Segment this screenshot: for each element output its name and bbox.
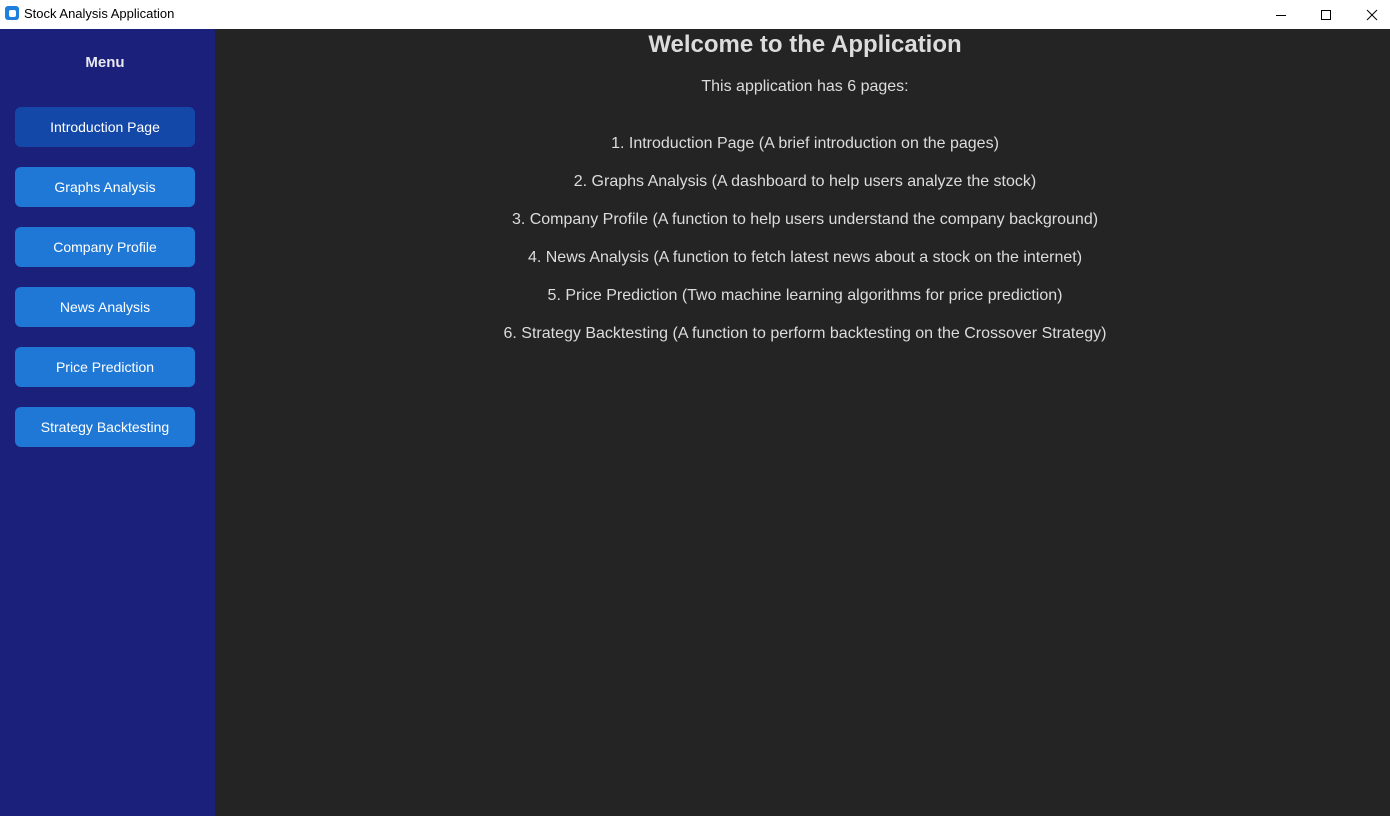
introduction-page-button[interactable]: Introduction Page bbox=[15, 107, 195, 147]
price-prediction-button[interactable]: Price Prediction bbox=[15, 347, 195, 387]
page-list-item-news: 4. News Analysis (A function to fetch la… bbox=[527, 249, 1083, 266]
maximize-button[interactable] bbox=[1303, 0, 1349, 29]
window-title: Stock Analysis Application bbox=[24, 6, 175, 21]
sidebar: Menu Introduction Page Graphs Analysis C… bbox=[0, 29, 215, 816]
close-icon bbox=[1366, 9, 1378, 20]
main-content: Welcome to the Application This applicat… bbox=[215, 29, 1390, 816]
company-profile-button[interactable]: Company Profile bbox=[15, 227, 195, 267]
maximize-icon bbox=[1321, 9, 1331, 20]
page-list-item-introduction: 1. Introduction Page (A brief introducti… bbox=[611, 135, 999, 152]
minimize-icon bbox=[1276, 14, 1286, 16]
title-bar[interactable]: Stock Analysis Application bbox=[0, 0, 1390, 29]
app-window: Stock Analysis Application Menu Introduc… bbox=[0, 0, 1390, 816]
graphs-analysis-button[interactable]: Graphs Analysis bbox=[15, 167, 195, 207]
app-icon bbox=[5, 6, 19, 20]
page-title: Welcome to the Application bbox=[648, 31, 962, 58]
page-subtitle: This application has 6 pages: bbox=[701, 78, 909, 95]
page-list-item-prediction: 5. Price Prediction (Two machine learnin… bbox=[547, 287, 1063, 304]
news-analysis-button[interactable]: News Analysis bbox=[15, 287, 195, 327]
page-list-item-graphs: 2. Graphs Analysis (A dashboard to help … bbox=[573, 173, 1037, 190]
close-button[interactable] bbox=[1349, 0, 1390, 29]
strategy-backtesting-button[interactable]: Strategy Backtesting bbox=[15, 407, 195, 447]
page-list-item-company: 3. Company Profile (A function to help u… bbox=[511, 211, 1099, 228]
page-list-item-backtesting: 6. Strategy Backtesting (A function to p… bbox=[503, 325, 1107, 342]
menu-title: Menu bbox=[85, 54, 125, 71]
minimize-button[interactable] bbox=[1258, 0, 1304, 29]
